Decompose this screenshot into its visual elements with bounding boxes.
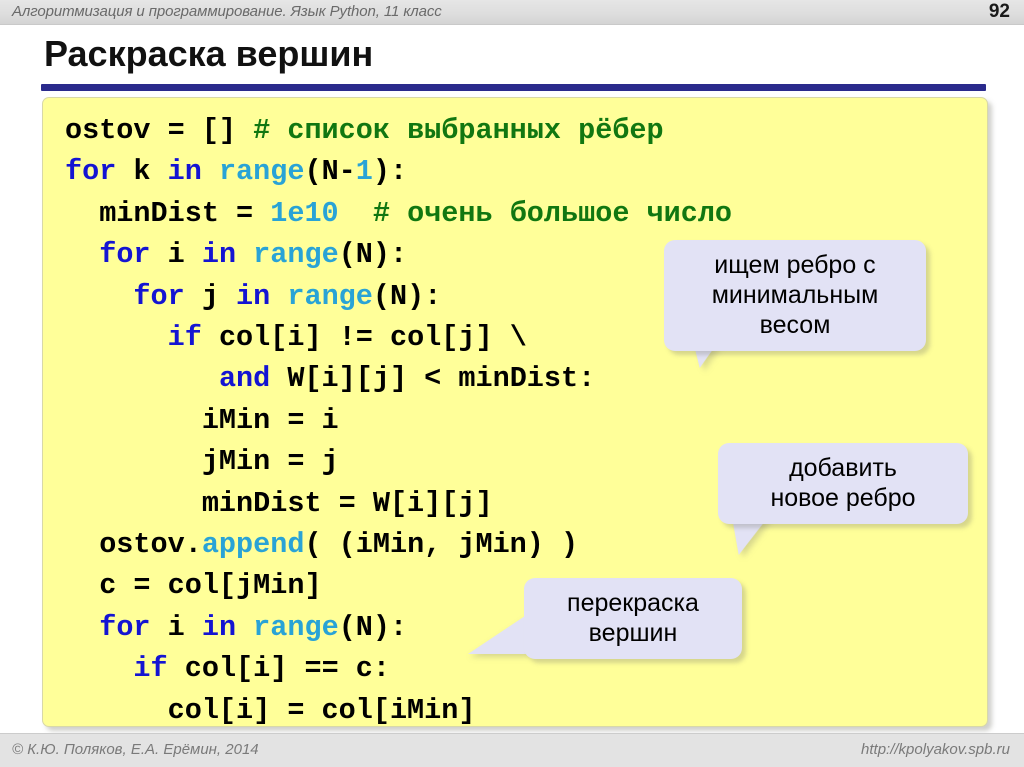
code-token: # очень большое число [373, 197, 732, 230]
code-token: c = col[jMin] [65, 569, 322, 602]
code-token: i [151, 238, 202, 271]
code-line: ostov.append( (iMin, jMin) ) [65, 524, 732, 565]
code-token: range [253, 611, 339, 644]
code-token: i [151, 611, 202, 644]
title-underline-rule [41, 84, 986, 91]
code-line: minDist = W[i][j] [65, 483, 732, 524]
code-token: col[i] = col[iMin] [65, 694, 475, 727]
callout-min-edge-text: ищем ребро с минимальным весом [680, 250, 910, 340]
code-token: minDist = W[i][j] [65, 487, 493, 520]
code-token [270, 280, 287, 313]
code-line: for j in range(N): [65, 276, 732, 317]
code-token: iMin = i [65, 404, 339, 437]
code-token [202, 155, 219, 188]
code-token: 1e10 [270, 197, 338, 230]
callout-recolor: перекраска вершин [524, 578, 742, 659]
code-line: ostov = [] # список выбранных рёбер [65, 110, 732, 151]
code-token [65, 362, 219, 395]
code-line: and W[i][j] < minDist: [65, 358, 732, 399]
code-token: range [253, 238, 339, 271]
code-token: for [133, 280, 184, 313]
code-token: ostov. [65, 528, 202, 561]
code-token: j [185, 280, 236, 313]
code-token: ostov = [] [65, 114, 253, 147]
code-token: append [202, 528, 305, 561]
code-line: jMin = j [65, 441, 732, 482]
code-token: minDist = [65, 197, 270, 230]
code-token: jMin = j [65, 445, 339, 478]
code-token: col[i] != col[j] \ [202, 321, 527, 354]
code-token: (N): [373, 280, 441, 313]
code-token: (N): [339, 238, 407, 271]
code-line: minDist = 1e10 # очень большое число [65, 193, 732, 234]
code-token: col[i] == c: [168, 652, 390, 685]
callout-recolor-text: перекраска вершин [540, 588, 726, 648]
code-token: if [168, 321, 202, 354]
page-number: 92 [989, 1, 1010, 23]
code-token: if [133, 652, 167, 685]
code-token [236, 611, 253, 644]
code-token: for [65, 155, 116, 188]
callout-add-edge-text: добавить новое ребро [734, 453, 952, 513]
code-line: if col[i] != col[j] \ [65, 317, 732, 358]
header-subject-label: Алгоритмизация и программирование. Язык … [12, 3, 442, 20]
code-token: range [219, 155, 305, 188]
callout-tail-recolor [468, 614, 528, 654]
code-token: range [287, 280, 373, 313]
footer-url[interactable]: http://kpolyakov.spb.ru [861, 741, 1010, 758]
code-token: 1 [356, 155, 373, 188]
footer-copyright: © К.Ю. Поляков, Е.А. Ерёмин, 2014 [12, 741, 259, 758]
code-token: k [116, 155, 167, 188]
code-token: in [202, 238, 236, 271]
code-token: # список выбранных рёбер [253, 114, 663, 147]
code-line: iMin = i [65, 400, 732, 441]
code-token [236, 238, 253, 271]
code-token: (N): [339, 611, 407, 644]
code-token [65, 321, 168, 354]
code-token: and [219, 362, 270, 395]
slide-header-bar: Алгоритмизация и программирование. Язык … [0, 0, 1024, 25]
callout-add-edge: добавить новое ребро [718, 443, 968, 524]
code-token: for [99, 238, 150, 271]
code-token: W[i][j] < minDist: [270, 362, 595, 395]
code-line: for i in range(N): [65, 234, 732, 275]
code-line: col[i] = col[iMin] [65, 690, 732, 731]
code-token: for [99, 611, 150, 644]
code-token [65, 238, 99, 271]
callout-min-edge: ищем ребро с минимальным весом [664, 240, 926, 351]
code-line: for k in range(N-1): [65, 151, 732, 192]
code-token: ): [373, 155, 407, 188]
slide-footer-bar: © К.Ю. Поляков, Е.А. Ерёмин, 2014 http:/… [0, 733, 1024, 767]
code-token: (N- [304, 155, 355, 188]
code-token: ( (iMin, jMin) ) [304, 528, 578, 561]
code-token: in [236, 280, 270, 313]
page-title: Раскраска вершин [44, 33, 373, 75]
code-token: in [168, 155, 202, 188]
code-token [65, 280, 133, 313]
code-token [339, 197, 373, 230]
code-token: in [202, 611, 236, 644]
code-token [65, 652, 133, 685]
code-token [65, 611, 99, 644]
